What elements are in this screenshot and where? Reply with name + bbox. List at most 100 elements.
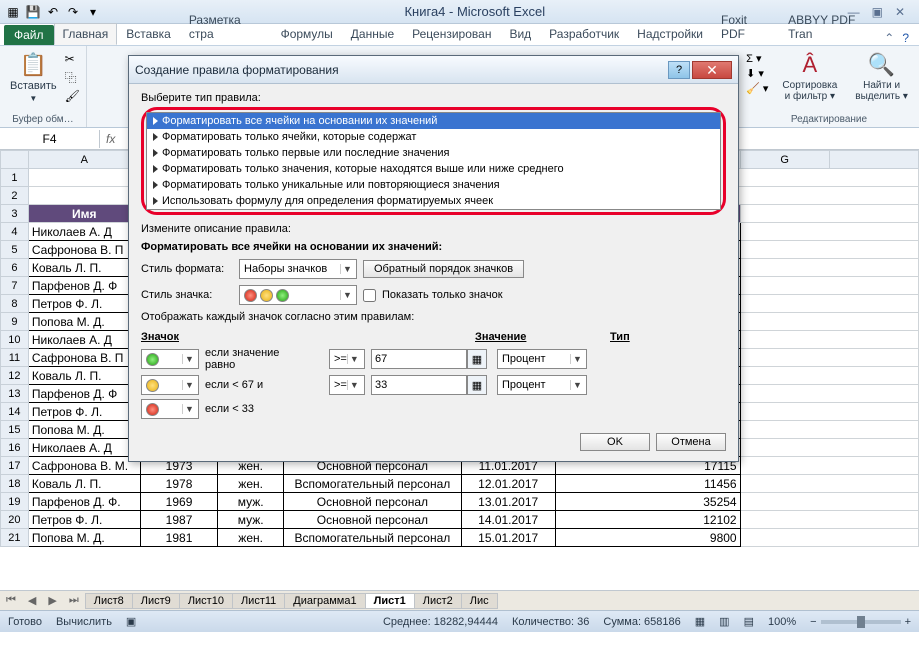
cell[interactable]: 1969 — [140, 493, 218, 511]
tab-foxit[interactable]: Foxit PDF — [712, 9, 779, 45]
sheet-nav-next-icon[interactable]: ▶ — [42, 594, 62, 607]
value-input-2[interactable]: 33 — [371, 375, 467, 395]
operator-combo-2[interactable]: >= ▼ — [329, 375, 365, 395]
file-tab[interactable]: Файл — [4, 25, 54, 45]
show-icon-only-checkbox[interactable] — [363, 289, 376, 302]
row-header[interactable]: 19 — [1, 493, 29, 511]
row-header[interactable]: 2 — [1, 187, 29, 205]
row-header[interactable]: 16 — [1, 439, 29, 457]
status-macro-icon[interactable]: ▣ — [126, 615, 136, 628]
dialog-titlebar[interactable]: Создание правила форматирования ? ✕ — [129, 56, 738, 84]
cell[interactable]: жен. — [218, 529, 284, 547]
col-header[interactable]: A — [28, 151, 140, 169]
fill-icon[interactable]: ⬇ ▾ — [746, 67, 768, 80]
format-painter-icon[interactable]: 🖌 — [65, 89, 80, 103]
tab-abbyy[interactable]: ABBYY PDF Tran — [779, 9, 884, 45]
row-header[interactable]: 5 — [1, 241, 29, 259]
row-header[interactable]: 8 — [1, 295, 29, 313]
cell[interactable]: Парфенов Д. Ф. — [28, 493, 140, 511]
view-layout-icon[interactable]: ▥ — [719, 615, 729, 628]
operator-combo-1[interactable]: >= ▼ — [329, 349, 365, 369]
row-header[interactable]: 18 — [1, 475, 29, 493]
view-break-icon[interactable]: ▤ — [744, 615, 754, 628]
rule-type-item[interactable]: Форматировать все ячейки на основании их… — [147, 113, 720, 129]
cancel-button[interactable]: Отмена — [656, 433, 726, 451]
redo-icon[interactable]: ↷ — [64, 3, 82, 21]
row-header[interactable]: 17 — [1, 457, 29, 475]
cell[interactable]: Сафронова В. М. — [28, 457, 140, 475]
cell[interactable]: Петров Ф. Л. — [28, 403, 140, 421]
cell[interactable]: жен. — [218, 475, 284, 493]
cell[interactable]: 14.01.2017 — [461, 511, 555, 529]
help-icon[interactable]: ? — [902, 31, 909, 45]
tab-layout[interactable]: Разметка стра — [180, 9, 272, 45]
row-header[interactable]: 7 — [1, 277, 29, 295]
sheet-nav-first-icon[interactable]: ⏮ — [0, 594, 22, 607]
col-header[interactable] — [829, 151, 918, 169]
col-header[interactable]: G — [740, 151, 829, 169]
copy-icon[interactable]: ⿻ — [65, 69, 80, 86]
format-style-combo[interactable]: Наборы значков ▼ — [239, 259, 357, 279]
sheet-tab[interactable]: Лис — [461, 593, 498, 609]
cell[interactable]: муж. — [218, 493, 284, 511]
rule-type-item[interactable]: Использовать формулу для определения фор… — [147, 193, 720, 209]
type-combo-2[interactable]: Процент▼ — [497, 375, 587, 395]
sheet-tab[interactable]: Лист8 — [85, 593, 133, 609]
tab-formulas[interactable]: Формулы — [272, 23, 342, 45]
cell[interactable]: Николаев А. Д — [28, 439, 140, 457]
cell[interactable]: Основной персонал — [283, 511, 461, 529]
cell[interactable]: Сафронова В. П — [28, 241, 140, 259]
range-picker-icon[interactable]: ▦ — [467, 375, 487, 395]
zoom-in-icon[interactable]: + — [905, 616, 911, 628]
paste-button[interactable]: 📋 Вставить ▼ — [6, 50, 61, 105]
row-header[interactable]: 12 — [1, 367, 29, 385]
minimize-ribbon-icon[interactable]: ⌃ — [884, 31, 894, 45]
cell[interactable]: Николаев А. Д — [28, 331, 140, 349]
cell[interactable]: 1981 — [140, 529, 218, 547]
cell[interactable]: Попова М. Д. — [28, 421, 140, 439]
cell[interactable]: Попова М. Д. — [28, 313, 140, 331]
tab-developer[interactable]: Разработчик — [540, 23, 628, 45]
dialog-close-button[interactable]: ✕ — [692, 61, 732, 79]
cell[interactable]: 15.01.2017 — [461, 529, 555, 547]
zoom-slider[interactable]: − + — [810, 616, 911, 628]
cut-icon[interactable]: ✂ — [65, 52, 80, 66]
tab-addins[interactable]: Надстройки — [628, 23, 712, 45]
cell[interactable]: Николаев А. Д — [28, 223, 140, 241]
cell[interactable]: Коваль Л. П. — [28, 259, 140, 277]
ok-button[interactable]: OK — [580, 433, 650, 451]
icon-combo-3[interactable]: ▼ — [141, 399, 199, 419]
row-header[interactable]: 10 — [1, 331, 29, 349]
cell[interactable]: Вспомогательный персонал — [283, 475, 461, 493]
sheet-tab[interactable]: Лист10 — [179, 593, 233, 609]
rule-type-item[interactable]: Форматировать только уникальные или повт… — [147, 177, 720, 193]
tab-view[interactable]: Вид — [500, 23, 540, 45]
reverse-icon-order-button[interactable]: Обратный порядок значков — [363, 260, 524, 278]
cell[interactable]: Петров Ф. Л. — [28, 511, 140, 529]
row-header[interactable]: 11 — [1, 349, 29, 367]
sort-filter-button[interactable]: Â Сортировка и фильтр ▾ — [778, 50, 841, 104]
cell[interactable]: муж. — [218, 511, 284, 529]
icon-style-combo[interactable]: ▼ — [239, 285, 357, 305]
cell[interactable]: Парфенов Д. Ф — [28, 385, 140, 403]
icon-combo-1[interactable]: ▼ — [141, 349, 199, 369]
row-header[interactable]: 13 — [1, 385, 29, 403]
cell[interactable]: 12102 — [555, 511, 740, 529]
value-input-1[interactable]: 67 — [371, 349, 467, 369]
sheet-tab[interactable]: Диаграмма1 — [284, 593, 365, 609]
row-header[interactable]: 15 — [1, 421, 29, 439]
tab-review[interactable]: Рецензирован — [403, 23, 500, 45]
row-header[interactable]: 9 — [1, 313, 29, 331]
icon-combo-2[interactable]: ▼ — [141, 375, 199, 395]
cell[interactable]: Парфенов Д. Ф — [28, 277, 140, 295]
sheet-tab[interactable]: Лист2 — [414, 593, 462, 609]
tab-home[interactable]: Главная — [54, 23, 118, 45]
row-header[interactable]: 3 — [1, 205, 29, 223]
rule-type-item[interactable]: Форматировать только первые или последни… — [147, 145, 720, 161]
sheet-nav-last-icon[interactable]: ⏭ — [63, 594, 85, 607]
cell[interactable]: 13.01.2017 — [461, 493, 555, 511]
range-picker-icon[interactable]: ▦ — [467, 349, 487, 369]
tab-insert[interactable]: Вставка — [117, 23, 180, 45]
cell[interactable]: 1987 — [140, 511, 218, 529]
view-normal-icon[interactable]: ▦ — [695, 615, 705, 628]
